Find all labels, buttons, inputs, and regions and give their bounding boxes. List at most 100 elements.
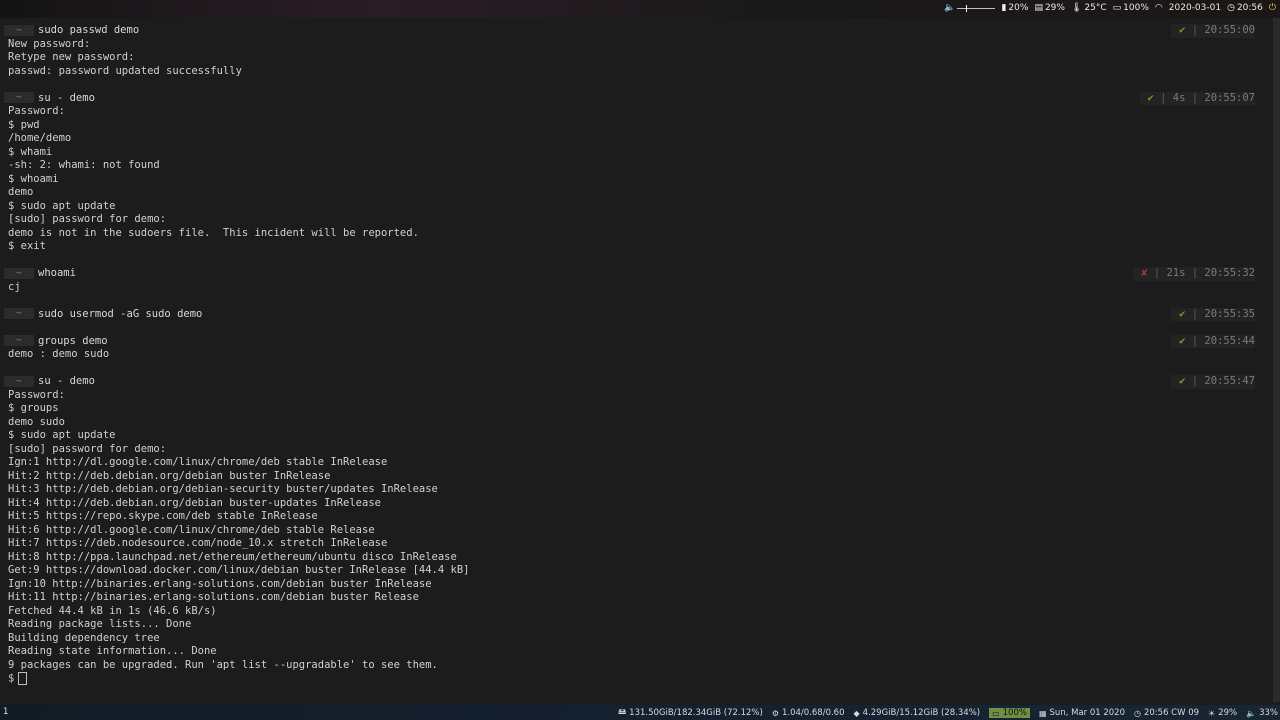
output-line: demo : demo sudo [8,348,110,360]
terminal-scrollbar[interactable] [1273,18,1280,702]
volume-control[interactable]: 🔈 [944,3,996,13]
output-line: Get:9 https://download.docker.com/linux/… [8,564,470,576]
bottom-volume[interactable]: 🔈 33% [1246,708,1278,718]
prompt-status: ✔ | 20:55:35 [1171,307,1255,321]
command-text: su - demo [38,375,95,387]
output-line: Hit:3 http://deb.debian.org/debian-secur… [8,483,438,495]
command-timestamp: 20:55:44 [1204,334,1255,347]
output-line: demo [8,186,34,198]
volume-slider-knob[interactable] [966,4,968,12]
top-status-items: 🔈 ▮ 20% ▤ 29% 🌡 25°C ▭ 100% ◠ 2020-03-01… [944,3,1276,13]
output-line: Hit:6 http://dl.google.com/linux/chrome/… [8,523,375,536]
final-prompt[interactable]: $ [0,672,1270,686]
terminal-window[interactable]: ~ sudo passwd demo ✔ | 20:55:00 New passwor… [0,24,1270,700]
home-dir-badge: ~ [4,375,34,387]
power-indicator[interactable]: ⏻ [1269,3,1276,13]
output-line: $ pwd [8,118,40,131]
prompt-status: ✔ | 20:55:00 [1171,24,1255,38]
output-line: Password: [8,105,65,117]
output-line: $ whami [8,145,53,158]
command-timestamp: 20:55:00 [1204,24,1255,36]
output-line: Hit:8 http://ppa.launchpad.net/ethereum/… [8,550,457,563]
prompt-status: ✘ | 21s | 20:55:32 [1133,267,1255,281]
bottom-brightness-value: 29% [1218,708,1238,718]
battery-icon: ▭ [992,708,1000,718]
separator: | [1147,267,1167,279]
prompt-symbol: $ [8,672,15,685]
command-duration: 4s [1172,91,1186,104]
output-line: Hit:7 https://deb.nodesource.com/node_10… [8,537,388,549]
home-dir-badge: ~ [4,267,34,279]
command-duration: 21s [1166,267,1186,279]
temperature-indicator: 🌡 25°C [1071,3,1107,13]
prompt-line: ~ su - demo ✔ | 4s | 20:55:07 [0,91,1270,105]
output-line: Password: [8,388,65,401]
command-text: whoami [38,267,76,279]
prompt-line: ~ sudo passwd demo ✔ | 20:55:00 [0,24,1270,38]
prompt-line: ~ sudo usermod -aG sudo demo ✔ | 20:55:35 [0,307,1270,321]
battery-status: ▭ 100% [989,708,1030,718]
top-status-bar: 🔈 ▮ 20% ▤ 29% 🌡 25°C ▭ 100% ◠ 2020-03-01… [0,0,1280,18]
separator: | [1185,307,1205,320]
time-value: 20:56 [1236,3,1263,13]
clock-icon: ◷ [1227,3,1235,13]
separator: | [1185,375,1205,387]
command-timestamp: 20:55:35 [1204,307,1255,320]
speaker-icon[interactable]: 🔈 [1246,709,1256,718]
power-icon[interactable]: ⏻ [1269,3,1276,13]
brightness-indicator: ▮ 20% [1001,3,1028,13]
bottom-status-bar: 1 🖴 131.50GiB/182.34GiB (72.12%) ⚙ 1.04/… [0,705,1280,720]
clock-icon: ◷ [1134,708,1141,718]
workspace-indicator[interactable]: 1 [3,707,8,717]
wifi-icon[interactable]: ◠ [1155,3,1163,13]
prompt-status: ✔ | 4s | 20:55:07 [1139,91,1255,105]
separator: | [1185,91,1205,104]
command-text: su - demo [38,91,95,104]
output-line: Fetched 44.4 kB in 1s (46.6 kB/s) [8,604,217,617]
command-text: groups demo [38,334,108,347]
volume-slider[interactable] [957,4,996,12]
command-text: sudo usermod -aG sudo demo [38,307,203,320]
output-line: Reading package lists... Done [8,618,192,630]
sun-icon: ☀ [1208,708,1216,718]
text-cursor[interactable] [18,672,28,685]
output-line: demo is not in the sudoers file. This in… [8,226,419,239]
separator: | [1185,334,1205,347]
command-timestamp: 20:55:47 [1204,375,1255,387]
clock-display-value: 20:56 CW 09 [1143,708,1200,718]
home-dir-badge: ~ [4,24,34,36]
battery-indicator: ▭ 100% [1113,3,1149,13]
output-line: New password: [8,37,91,50]
output-line: Building dependency tree [8,631,160,644]
memory-value: 29% [1044,3,1065,13]
output-line: 9 packages can be upgraded. Run 'apt lis… [8,658,438,671]
memory-chip-icon: ▤ [1034,3,1043,13]
prompt-line: ~ groups demo ✔ | 20:55:44 [0,334,1270,348]
bottom-volume-value: 33% [1259,708,1278,718]
speaker-icon[interactable]: 🔈 [944,3,955,13]
prompt-line: ~ whoami ✘ | 21s | 20:55:32 [0,267,1270,281]
date-value: 2020-03-01 [1168,3,1222,13]
battery-value: 100% [1123,3,1149,13]
output-line: Hit:4 http://deb.debian.org/debian buste… [8,496,381,509]
output-line: Ign:10 http://binaries.erlang-solutions.… [8,577,432,590]
date-display: ▦ Sun, Mar 01 2020 [1039,708,1125,718]
prompt-status: ✔ | 20:55:44 [1171,334,1255,348]
memory-usage-value: 4.29GiB/15.12GiB (28.34%) [862,708,981,718]
output-line: passwd: password updated successfully [8,64,242,77]
command-timestamp: 20:55:32 [1204,267,1255,279]
wifi-indicator[interactable]: ◠ [1155,3,1163,13]
output-line: $ groups [8,402,59,414]
output-line: Reading state information... Done [8,645,217,657]
output-line: /home/demo [8,132,72,144]
disk-value: 131.50GiB/182.34GiB (72.12%) [629,708,763,718]
output-line: $ exit [8,240,46,252]
thermometer-icon: 🌡 [1070,3,1083,13]
date-indicator: 2020-03-01 [1169,3,1221,13]
home-dir-badge: ~ [4,308,34,319]
output-line: cj [8,280,21,293]
load-average: ⚙ 1.04/0.68/0.60 [772,708,845,718]
